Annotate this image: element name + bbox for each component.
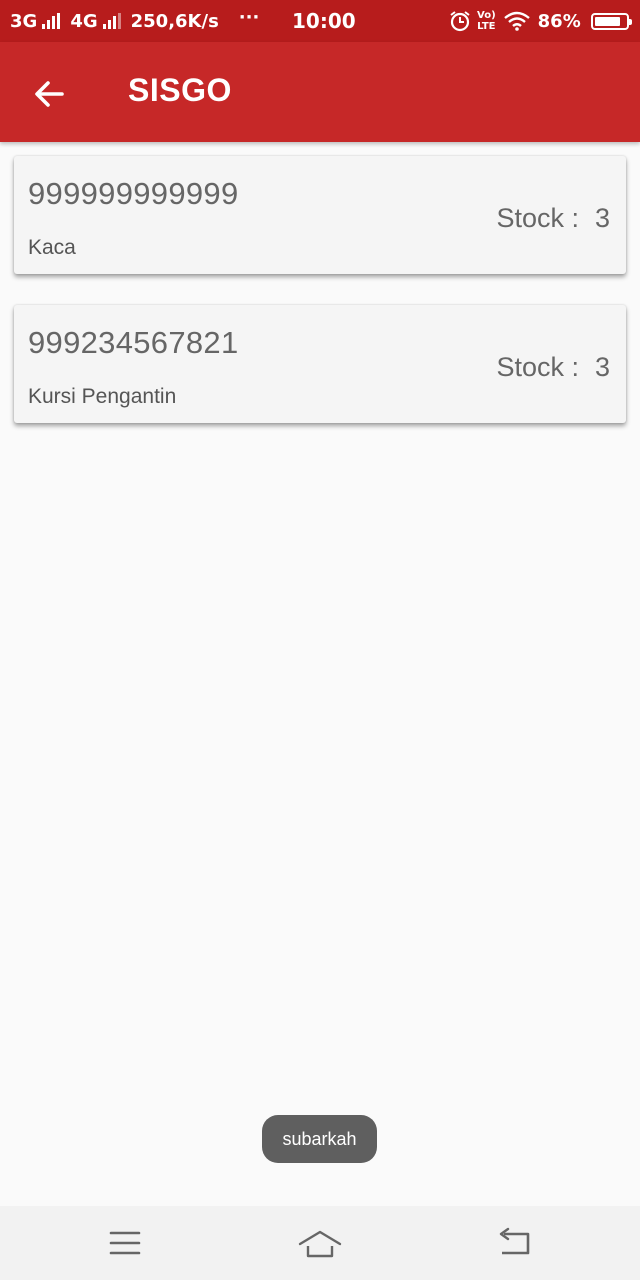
- stock-label: Stock :: [496, 203, 579, 233]
- menu-icon: [109, 1231, 141, 1255]
- volte-icon: Vo) LTE: [477, 10, 496, 32]
- item-stock: Stock : 3: [496, 352, 610, 383]
- status-bar: 3G 4G 250,6K/s ··· 10:00 Vo) LTE 86%: [0, 0, 640, 42]
- network-3g-label: 3G: [10, 10, 38, 32]
- toast-message: subarkah: [262, 1115, 377, 1163]
- alarm-icon: [450, 11, 470, 32]
- wifi-icon: [503, 11, 530, 31]
- stock-value: 3: [594, 352, 610, 382]
- status-icons: Vo) LTE 86%: [449, 0, 632, 42]
- battery-percent: 86%: [537, 10, 581, 32]
- navigation-bar: [0, 1206, 640, 1280]
- item-code: 999999999999: [28, 176, 239, 211]
- arrow-left-icon: [35, 81, 64, 107]
- item-list: 999999999999 Kaca Stock : 3 999234567821 …: [14, 156, 626, 454]
- home-icon: [298, 1230, 342, 1258]
- menu-button[interactable]: [103, 1224, 147, 1264]
- home-button[interactable]: [298, 1224, 342, 1264]
- stock-value: 3: [594, 203, 610, 233]
- item-name: Kursi Pengantin: [28, 385, 177, 408]
- app-bar: SISGO: [0, 42, 640, 142]
- list-item[interactable]: 999999999999 Kaca Stock : 3: [14, 156, 626, 274]
- item-stock: Stock : 3: [496, 203, 610, 234]
- network-indicators: 3G 4G 250,6K/s ···: [10, 0, 259, 42]
- list-item[interactable]: 999234567821 Kursi Pengantin Stock : 3: [14, 305, 626, 423]
- network-4g-label: 4G: [70, 10, 98, 32]
- more-notifications-icon: ···: [238, 6, 260, 28]
- item-code: 999234567821: [28, 325, 239, 360]
- network-speed: 250,6K/s: [130, 10, 219, 32]
- back-icon: [499, 1227, 530, 1255]
- back-nav-button[interactable]: [494, 1224, 538, 1264]
- item-name: Kaca: [28, 236, 76, 259]
- clock: 10:00: [292, 9, 356, 33]
- back-button[interactable]: [26, 70, 74, 118]
- battery-icon: [590, 12, 632, 30]
- stock-label: Stock :: [496, 352, 579, 382]
- signal-icon: [42, 13, 61, 29]
- page-title: SISGO: [128, 72, 232, 108]
- signal-icon: [102, 13, 121, 29]
